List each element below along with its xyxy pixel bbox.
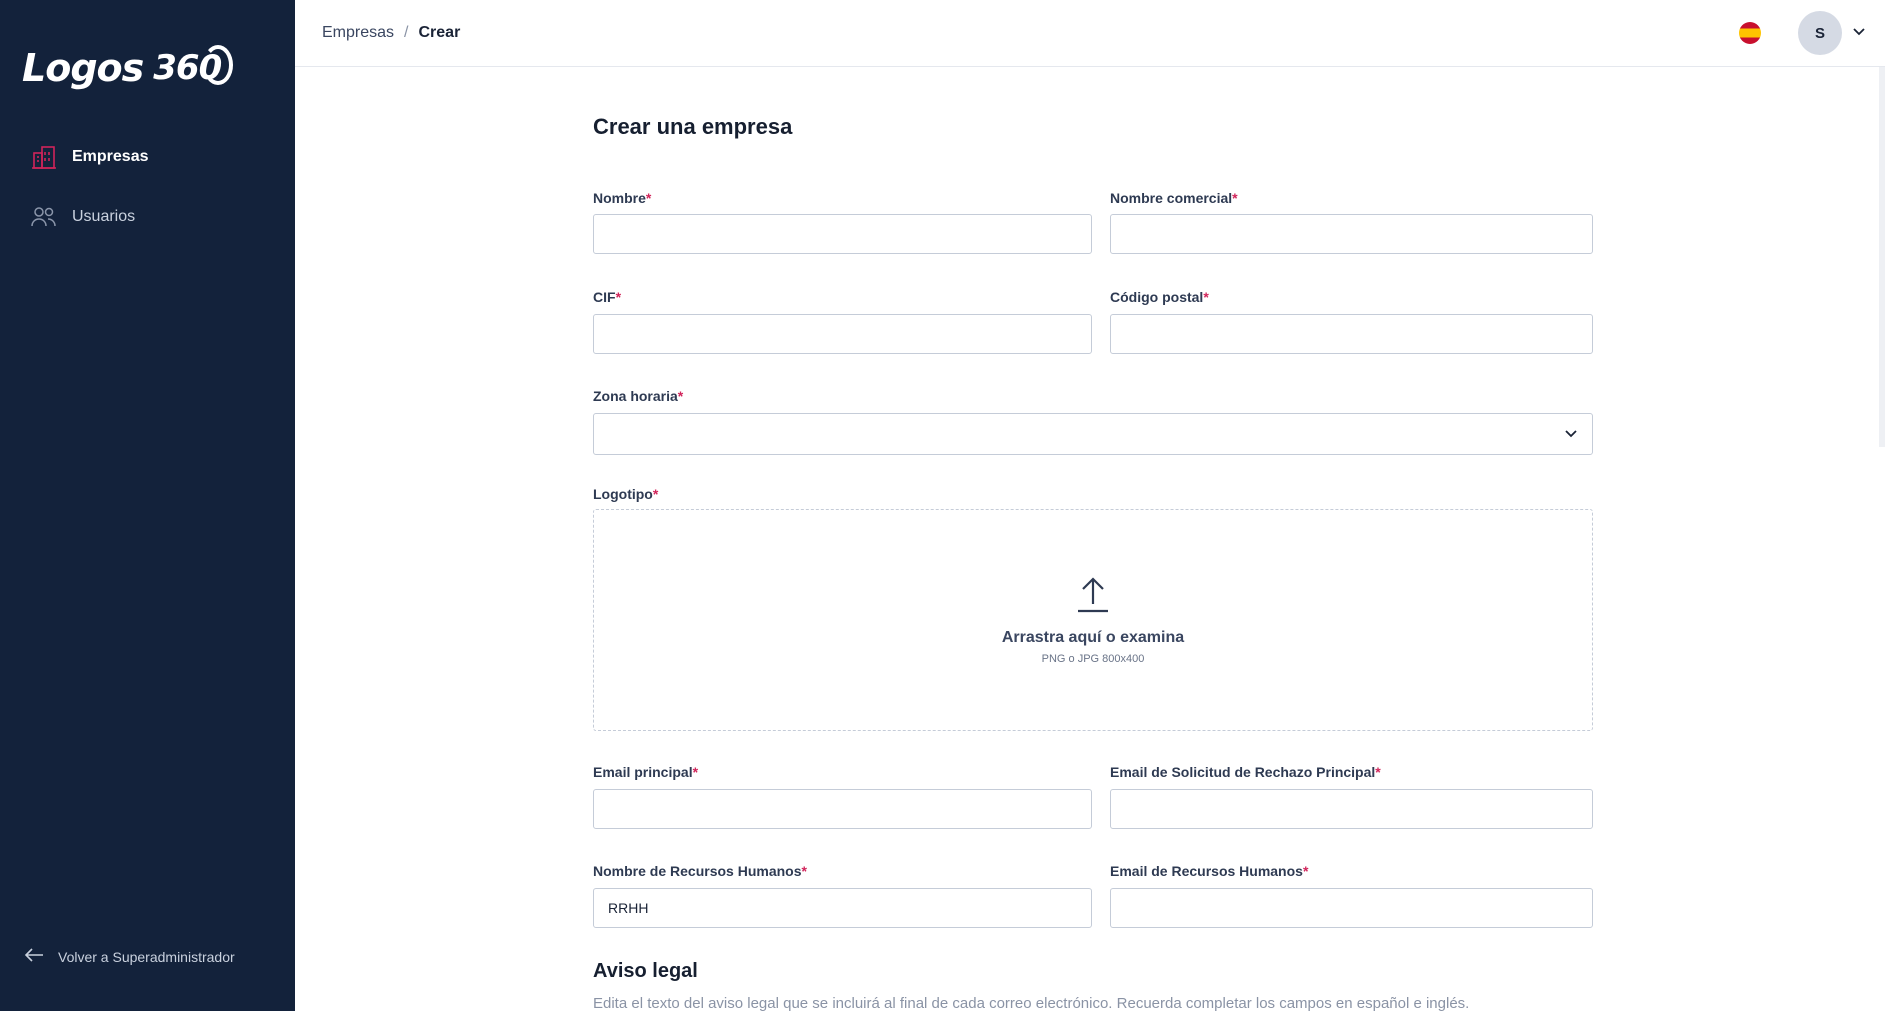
email-rechazo-label: Email de Solicitud de Rechazo Principal* <box>1110 764 1381 780</box>
dropzone-text: Arrastra aquí o examina <box>1001 628 1185 646</box>
sidebar-item-label: Empresas <box>72 148 149 165</box>
nombre-comercial-field[interactable] <box>1110 214 1593 254</box>
codigo-postal-field[interactable] <box>1110 314 1593 354</box>
scrollbar[interactable] <box>1879 67 1885 447</box>
logo-number: 360 <box>153 45 234 88</box>
sidebar-item-empresas[interactable]: Empresas <box>30 143 149 171</box>
users-icon <box>30 203 58 231</box>
aviso-legal-description: Edita el texto del aviso legal que se in… <box>593 995 1470 1012</box>
email-rechazo-field[interactable] <box>1110 789 1593 829</box>
cif-field[interactable] <box>593 314 1092 354</box>
user-menu[interactable]: S <box>1798 11 1866 55</box>
codigo-postal-label: Código postal* <box>1110 289 1209 305</box>
spain-flag-icon[interactable] <box>1739 22 1761 44</box>
aviso-legal-title: Aviso legal <box>593 960 698 982</box>
breadcrumb-current: Crear <box>418 24 461 41</box>
zona-horaria-select[interactable] <box>593 413 1593 455</box>
nombre-label: Nombre* <box>593 190 652 206</box>
breadcrumb: Empresas / Crear <box>322 24 460 42</box>
upload-icon <box>1076 576 1110 619</box>
back-to-superadmin-link[interactable]: Volver a Superadministrador <box>24 948 235 965</box>
breadcrumb-separator: / <box>404 24 409 41</box>
email-principal-label: Email principal* <box>593 764 699 780</box>
chevron-down-icon <box>1564 426 1578 442</box>
email-rrhh-field[interactable] <box>1110 888 1593 928</box>
back-label: Volver a Superadministrador <box>58 948 235 965</box>
topbar: Empresas / Crear S <box>295 0 1885 67</box>
email-rrhh-label: Email de Recursos Humanos* <box>1110 863 1309 879</box>
zona-horaria-label: Zona horaria* <box>593 388 684 404</box>
nombre-rrhh-field[interactable]: RRHH <box>593 888 1092 928</box>
logotipo-label: Logotipo* <box>593 486 659 502</box>
sidebar: Logos 360 Empresas Usuarios Volver a Sup… <box>0 0 295 1011</box>
nombre-comercial-label: Nombre comercial* <box>1110 190 1238 206</box>
nombre-rrhh-label: Nombre de Recursos Humanos* <box>593 863 807 879</box>
building-icon <box>30 143 58 171</box>
breadcrumb-empresas[interactable]: Empresas <box>322 24 394 42</box>
nombre-field[interactable] <box>593 214 1092 254</box>
sidebar-item-label: Usuarios <box>72 208 136 225</box>
avatar[interactable]: S <box>1798 11 1842 55</box>
email-principal-field[interactable] <box>593 789 1092 829</box>
page-title: Crear una empresa <box>593 114 793 139</box>
app-logo[interactable]: Logos 360 <box>22 45 234 90</box>
dropzone-hint: PNG o JPG 800x400 <box>1041 652 1145 665</box>
logo-text: Logos <box>22 46 144 90</box>
chevron-down-icon[interactable] <box>1852 24 1866 42</box>
cif-label: CIF* <box>593 289 622 305</box>
logo-dropzone[interactable]: Arrastra aquí o examina PNG o JPG 800x40… <box>593 509 1593 731</box>
arrow-left-icon <box>24 948 44 965</box>
sidebar-item-usuarios[interactable]: Usuarios <box>30 203 135 231</box>
